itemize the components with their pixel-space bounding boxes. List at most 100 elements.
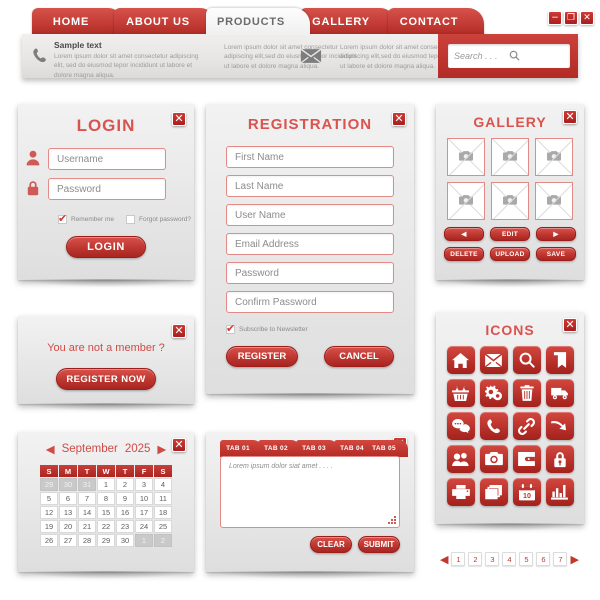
nav-tab-products[interactable]: PRODUCTS <box>206 8 310 36</box>
pagination-page[interactable]: 5 <box>519 552 534 566</box>
calendar-day[interactable]: 2 <box>116 478 134 491</box>
gears-icon[interactable] <box>479 379 508 407</box>
printer-icon[interactable] <box>446 478 475 506</box>
chart-icon[interactable] <box>545 478 574 506</box>
nav-tab-contact[interactable]: CONTACT <box>388 8 484 36</box>
calendar-day[interactable]: 4 <box>154 478 172 491</box>
calendar-day[interactable]: 21 <box>78 520 96 533</box>
email-address-input[interactable]: Email Address <box>226 233 394 255</box>
restore-icon[interactable]: ❐ <box>564 11 578 25</box>
calendar-day[interactable]: 10 <box>135 492 153 505</box>
users-icon[interactable] <box>446 445 475 473</box>
search-icon[interactable] <box>509 50 564 63</box>
content-tab-02[interactable]: TAB 02 <box>258 440 300 457</box>
message-textarea[interactable]: Lorem ipsum dolor siat amet . . . . <box>220 456 400 528</box>
forgot-password-checkbox[interactable] <box>125 215 135 224</box>
gallery-thumbnail[interactable] <box>491 138 529 176</box>
gallery-save-button[interactable]: SAVE <box>536 247 576 261</box>
link-icon[interactable] <box>512 412 541 440</box>
wallet-icon[interactable] <box>512 445 541 473</box>
calendar-prev-icon[interactable]: ◀ <box>46 442 55 456</box>
calendar-day[interactable]: 23 <box>116 520 134 533</box>
calendar-day[interactable]: 29 <box>40 478 58 491</box>
username-input[interactable]: Username <box>48 148 166 170</box>
home-icon[interactable] <box>446 346 475 374</box>
pagination-prev-icon[interactable]: ◀ <box>440 554 448 565</box>
gallery-thumbnail[interactable] <box>447 182 485 220</box>
calendar-day[interactable]: 11 <box>154 492 172 505</box>
gallery-delete-button[interactable]: DELETE <box>444 247 484 261</box>
content-tab-01[interactable]: TAB 01 <box>220 440 262 457</box>
calendar-day[interactable]: 30 <box>59 478 77 491</box>
search-input[interactable]: Search . . . <box>448 44 570 68</box>
register-button[interactable]: REGISTER <box>226 346 298 367</box>
gallery-thumbnail[interactable] <box>491 182 529 220</box>
calendar-day[interactable]: 2 <box>154 534 172 547</box>
calendar-day[interactable]: 16 <box>116 506 134 519</box>
calendar-close-icon[interactable]: ✕ <box>172 438 186 452</box>
gallery-close-icon[interactable]: ✕ <box>563 110 577 124</box>
calendar-day[interactable]: 19 <box>40 520 58 533</box>
registration-close-icon[interactable]: ✕ <box>392 112 406 126</box>
close-icon[interactable]: ✕ <box>580 11 594 25</box>
lock-icon[interactable] <box>545 445 574 473</box>
calendar-day[interactable]: 8 <box>97 492 115 505</box>
first-name-input[interactable]: First Name <box>226 146 394 168</box>
confirm-password-input[interactable]: Confirm Password <box>226 291 394 313</box>
calendar-icon[interactable]: 10 <box>512 478 541 506</box>
calendar-day[interactable]: 1 <box>97 478 115 491</box>
pagination-page[interactable]: 4 <box>502 552 517 566</box>
gallery-thumbnail[interactable] <box>447 138 485 176</box>
truck-icon[interactable] <box>545 379 574 407</box>
bookmark-icon[interactable] <box>545 346 574 374</box>
envelope-icon[interactable] <box>479 346 508 374</box>
content-tab-03[interactable]: TAB 03 <box>296 440 338 457</box>
password-input[interactable]: Password <box>48 178 166 200</box>
icons-close-icon[interactable]: ✕ <box>563 318 577 332</box>
calendar-day[interactable]: 3 <box>135 478 153 491</box>
calendar-day[interactable]: 30 <box>116 534 134 547</box>
calendar-day[interactable]: 18 <box>154 506 172 519</box>
gallery-thumbnail[interactable] <box>535 138 573 176</box>
calendar-day[interactable]: 13 <box>59 506 77 519</box>
content-tab-05[interactable]: TAB 05 <box>366 440 408 457</box>
gallery-edit-button[interactable]: EDIT <box>490 227 530 241</box>
calendar-day[interactable]: 6 <box>59 492 77 505</box>
submit-button[interactable]: SUBMIT <box>358 536 400 553</box>
calendar-day[interactable]: 14 <box>78 506 96 519</box>
gallery-prev-button[interactable]: ◀ <box>444 227 484 241</box>
calendar-day[interactable]: 15 <box>97 506 115 519</box>
trash-icon[interactable] <box>512 379 541 407</box>
gallery-upload-button[interactable]: UPLOAD <box>490 247 530 261</box>
calendar-day[interactable]: 28 <box>78 534 96 547</box>
resize-handle[interactable] <box>387 515 396 524</box>
chat-icon[interactable] <box>446 412 475 440</box>
calendar-day[interactable]: 5 <box>40 492 58 505</box>
pagination-next-icon[interactable]: ▶ <box>570 554 578 565</box>
register-now-button[interactable]: REGISTER NOW <box>56 368 156 390</box>
calendar-day[interactable]: 17 <box>135 506 153 519</box>
login-close-icon[interactable]: ✕ <box>172 112 186 126</box>
pagination-page[interactable]: 3 <box>485 552 500 566</box>
gallery-next-button[interactable]: ▶ <box>536 227 576 241</box>
not-member-close-icon[interactable]: ✕ <box>172 324 186 338</box>
camera-icon[interactable] <box>479 445 508 473</box>
arrow-curve-icon[interactable] <box>545 412 574 440</box>
pagination-page[interactable]: 2 <box>468 552 483 566</box>
calendar-day[interactable]: 24 <box>135 520 153 533</box>
layers-icon[interactable] <box>479 478 508 506</box>
pagination-page[interactable]: 6 <box>536 552 551 566</box>
cancel-button[interactable]: CANCEL <box>324 346 394 367</box>
calendar-day[interactable]: 26 <box>40 534 58 547</box>
reg-password-input[interactable]: Password <box>226 262 394 284</box>
calendar-day[interactable]: 7 <box>78 492 96 505</box>
gallery-thumbnail[interactable] <box>535 182 573 220</box>
calendar-day[interactable]: 27 <box>59 534 77 547</box>
phone-icon[interactable] <box>479 412 508 440</box>
pagination-page[interactable]: 7 <box>553 552 568 566</box>
nav-tab-gallery[interactable]: GALLERY <box>300 8 396 36</box>
search-icon[interactable] <box>512 346 541 374</box>
calendar-next-icon[interactable]: ▶ <box>157 442 166 456</box>
calendar-day[interactable]: 22 <box>97 520 115 533</box>
calendar-day[interactable]: 20 <box>59 520 77 533</box>
